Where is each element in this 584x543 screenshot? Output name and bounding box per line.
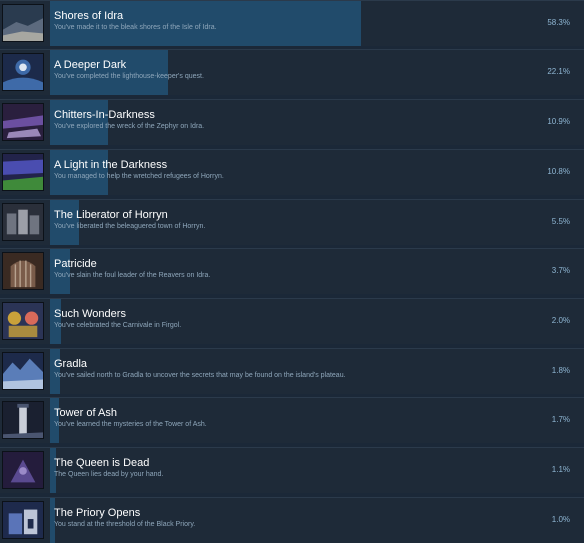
achievement-row[interactable]: Patricide You've slain the foul leader of…: [0, 248, 584, 294]
achievement-title: A Light in the Darkness: [54, 159, 168, 171]
achievement-row[interactable]: Tower of Ash You've learned the mysteries…: [0, 397, 584, 443]
unlock-percent: 10.8%: [547, 167, 570, 176]
achievement-description: You've completed the lighthouse-keeper's…: [54, 73, 204, 80]
shipwreck-icon: [2, 103, 44, 141]
queen-icon: [2, 451, 44, 489]
achievement-description: You've explored the wreck of the Zephyr …: [54, 123, 205, 130]
lighthouse-icon: [2, 53, 44, 91]
priory-icon: [2, 501, 44, 539]
unlock-percent: 5.5%: [551, 217, 570, 226]
achievement-title: Patricide: [54, 258, 97, 270]
achievement-title: Gradla: [54, 358, 88, 370]
unlock-percent: 2.0%: [551, 316, 570, 325]
achievement-description: You've slain the foul leader of the Reav…: [54, 272, 211, 279]
achievement-row[interactable]: A Deeper Dark You've completed the lighth…: [0, 49, 584, 95]
achievement-row[interactable]: A Light in the Darkness You managed to he…: [0, 149, 584, 195]
achievement-title: A Deeper Dark: [54, 59, 127, 71]
achievement-description: You've made it to the bleak shores of th…: [54, 24, 217, 31]
achievement-description: You stand at the threshold of the Black …: [54, 521, 196, 528]
unlock-percent: 3.7%: [551, 266, 570, 275]
achievement-description: You've liberated the beleaguered town of…: [54, 223, 206, 230]
achievement-title: The Queen is Dead: [54, 457, 150, 469]
achievement-row[interactable]: The Priory Opens You stand at the thresho…: [0, 497, 584, 543]
achievement-title: Chitters-In-Darkness: [54, 109, 155, 121]
achievement-row[interactable]: The Liberator of Horryn You've liberated …: [0, 199, 584, 245]
achievement-row[interactable]: Shores of Idra You've made it to the blea…: [0, 0, 584, 46]
achievement-title: Tower of Ash: [54, 407, 117, 419]
unlock-percent: 1.7%: [551, 415, 570, 424]
gate-icon: [2, 252, 44, 290]
achievement-list: Shores of Idra You've made it to the blea…: [0, 0, 584, 543]
unlock-percent: 10.9%: [547, 117, 570, 126]
unlock-percent: 1.1%: [551, 465, 570, 474]
refugees-icon: [2, 153, 44, 191]
achievement-row[interactable]: Gradla You've sailed north to Gradla to u…: [0, 348, 584, 394]
achievement-description: You've celebrated the Carnivale in Firgo…: [54, 322, 182, 329]
achievement-title: The Liberator of Horryn: [54, 209, 168, 221]
achievement-title: Shores of Idra: [54, 10, 124, 22]
achievement-description: The Queen lies dead by your hand.: [54, 471, 164, 478]
idra-shore-icon: [2, 4, 44, 42]
unlock-percent: 1.0%: [551, 515, 570, 524]
achievement-row[interactable]: Chitters-In-Darkness You've explored the …: [0, 99, 584, 145]
achievement-title: Such Wonders: [54, 308, 126, 320]
unlock-percent: 1.8%: [551, 366, 570, 375]
town-icon: [2, 203, 44, 241]
unlock-percent: 58.3%: [547, 18, 570, 27]
achievement-row[interactable]: Such Wonders You've celebrated the Carniv…: [0, 298, 584, 344]
carnivale-icon: [2, 302, 44, 340]
achievement-description: You managed to help the wretched refugee…: [54, 173, 224, 180]
tower-icon: [2, 401, 44, 439]
achievement-row[interactable]: The Queen is Dead The Queen lies dead by …: [0, 447, 584, 493]
achievement-description: You've learned the mysteries of the Towe…: [54, 421, 207, 428]
achievement-title: The Priory Opens: [54, 507, 141, 519]
achievement-description: You've sailed north to Gradla to uncover…: [54, 372, 346, 379]
gradla-icon: [2, 352, 44, 390]
unlock-percent: 22.1%: [547, 67, 570, 76]
